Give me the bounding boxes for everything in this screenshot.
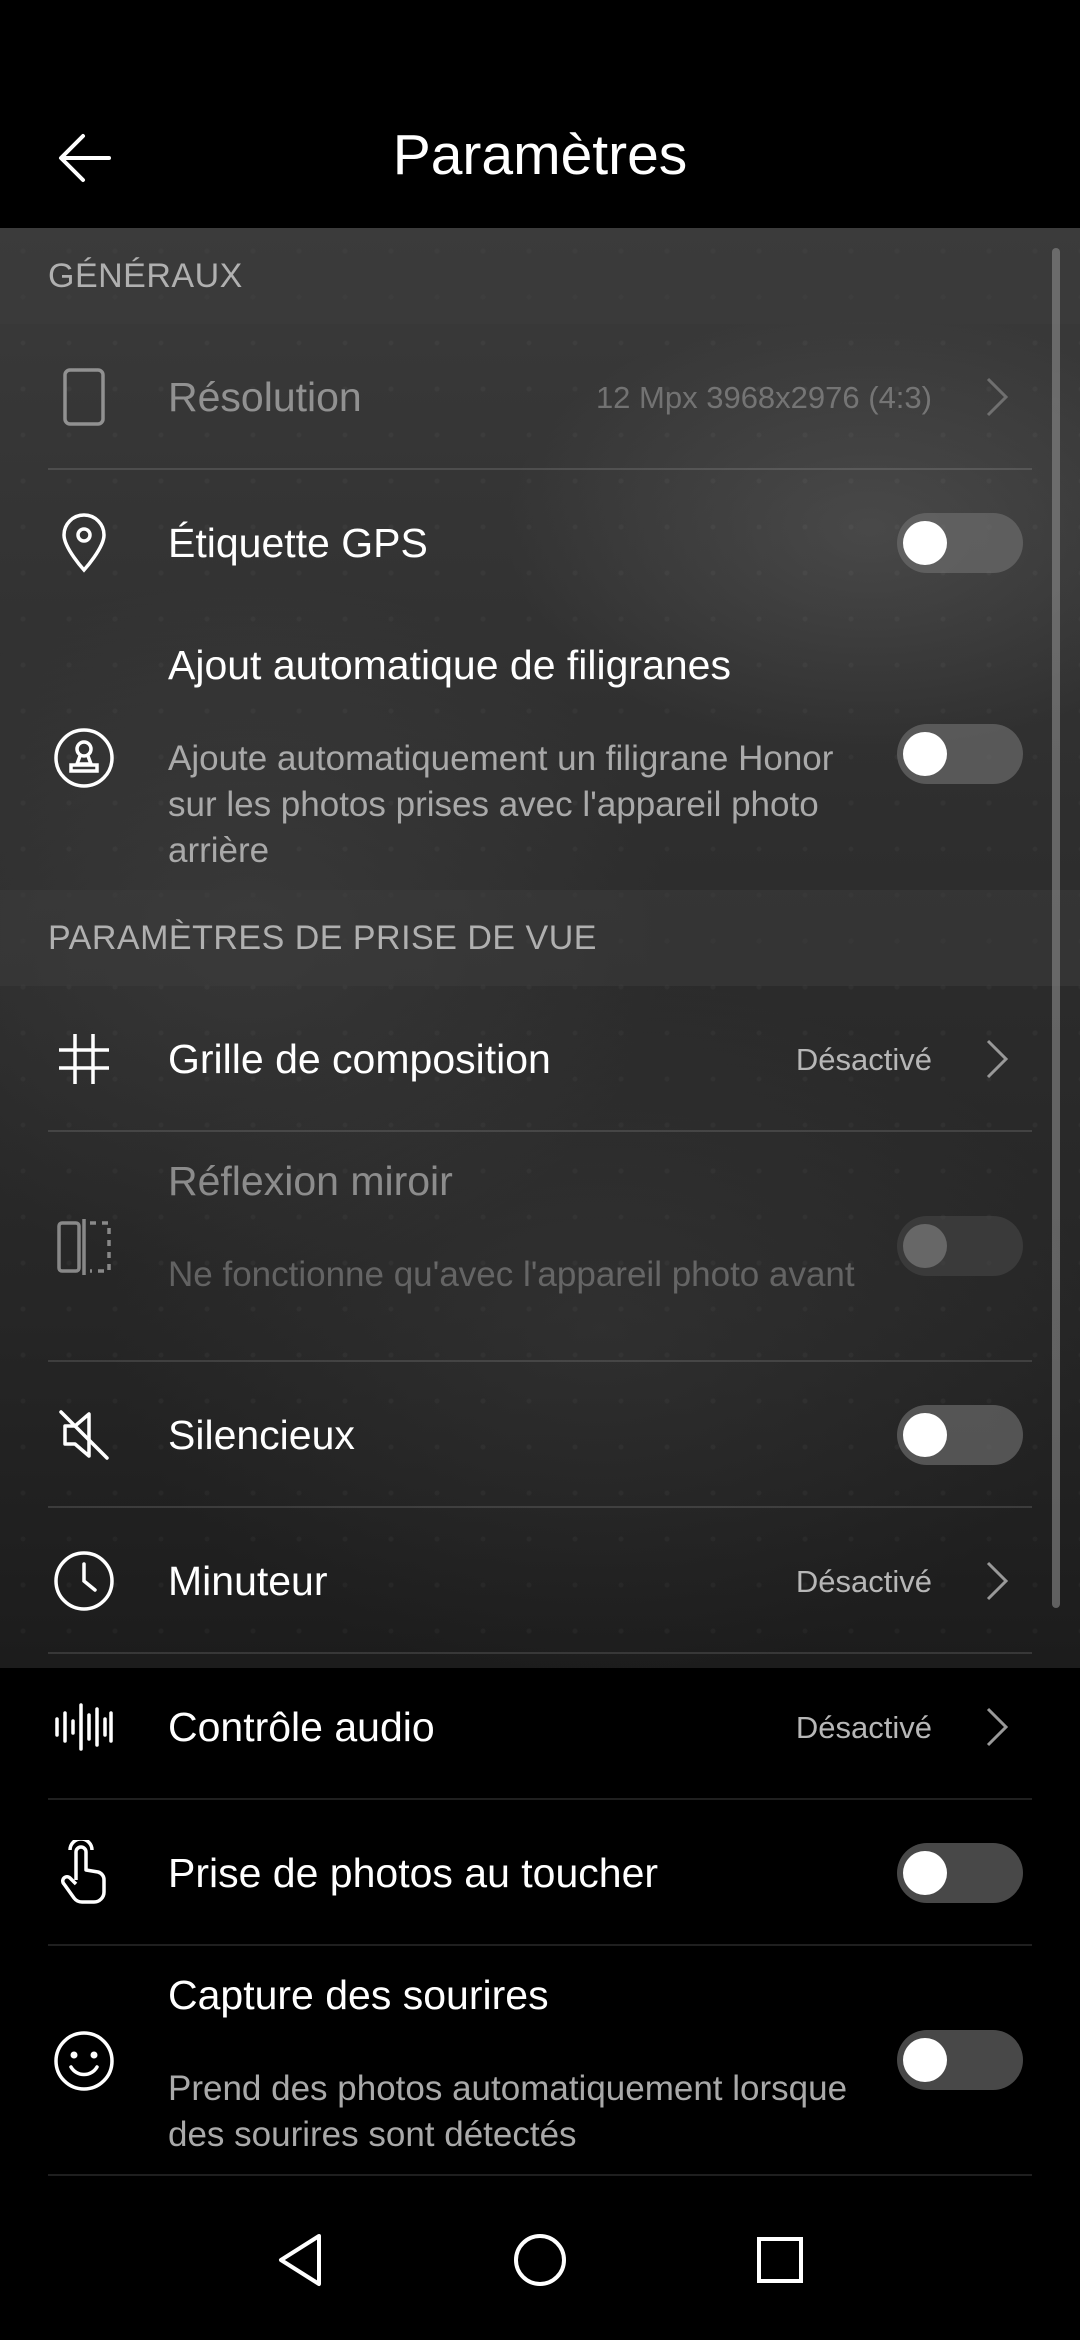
- setting-description: Ne fonctionne qu'avec l'appareil photo a…: [168, 1255, 855, 1294]
- toggle-knob: [903, 1224, 947, 1268]
- triangle-back-icon: [279, 2234, 321, 2286]
- toggle-knob: [903, 1851, 947, 1895]
- setting-audio-control[interactable]: Contrôle audio Désactivé: [0, 1654, 1080, 1800]
- nav-home-button[interactable]: [500, 2220, 580, 2300]
- setting-label: Ajout automatique de filigranes: [168, 642, 731, 688]
- setting-description: Prend des photos automatiquement lorsque…: [168, 2069, 848, 2154]
- setting-value: 12 Mpx 3968x2976 (4:3): [595, 380, 932, 415]
- system-navigation-bar: [0, 2180, 1080, 2340]
- section-header-general: GÉNÉRAUX: [0, 228, 1080, 324]
- audio-wave-icon: [48, 1691, 120, 1763]
- gps-toggle[interactable]: [897, 513, 1023, 573]
- nav-back-button[interactable]: [260, 2220, 340, 2300]
- watermark-toggle[interactable]: [897, 724, 1023, 784]
- setting-label: Silencieux: [168, 1412, 355, 1458]
- mirror-icon: [48, 1211, 120, 1283]
- clock-icon: [48, 1545, 120, 1617]
- setting-label: Minuteur: [168, 1558, 328, 1604]
- silent-toggle[interactable]: [897, 1405, 1023, 1465]
- setting-value: Désactivé: [795, 1564, 932, 1599]
- setting-description: Ajoute automatiquement un filigrane Hono…: [168, 739, 834, 870]
- setting-grid[interactable]: Grille de composition Désactivé: [0, 986, 1080, 1132]
- setting-label: Grille de composition: [168, 1036, 551, 1082]
- chevron-right-icon: [986, 1707, 1009, 1747]
- speaker-mute-icon: [48, 1399, 120, 1471]
- chevron-right-icon: [986, 1039, 1009, 1079]
- chevron-right-icon: [986, 377, 1009, 417]
- setting-value: Désactivé: [795, 1042, 932, 1077]
- setting-timer[interactable]: Minuteur Désactivé: [0, 1508, 1080, 1654]
- setting-gps[interactable]: Étiquette GPS: [0, 470, 1080, 616]
- chevron-right-icon: [986, 1561, 1009, 1601]
- section-header-shooting: PARAMÈTRES DE PRISE DE VUE: [0, 890, 1080, 986]
- phone-icon: [48, 361, 120, 433]
- toggle-knob: [903, 1413, 947, 1457]
- scrollbar[interactable]: [1052, 248, 1060, 1608]
- stamp-icon: [48, 722, 120, 794]
- square-recents-icon: [757, 2237, 803, 2283]
- top-app-bar: Paramètres: [0, 0, 1080, 228]
- setting-label: Prise de photos au toucher: [168, 1850, 659, 1896]
- page-title: Paramètres: [392, 123, 688, 187]
- toggle-knob: [903, 521, 947, 565]
- toggle-knob: [903, 2038, 947, 2082]
- setting-watermark[interactable]: Ajout automatique de filigranes Ajoute a…: [0, 616, 1080, 890]
- smiley-icon: [48, 2025, 120, 2097]
- setting-label: Étiquette GPS: [168, 520, 428, 566]
- setting-resolution[interactable]: Résolution 12 Mpx 3968x2976 (4:3): [0, 324, 1080, 470]
- setting-label: Résolution: [168, 374, 362, 420]
- setting-mirror[interactable]: Réflexion miroir Ne fonctionne qu'avec l…: [0, 1132, 1080, 1362]
- setting-touch-capture[interactable]: Prise de photos au toucher: [0, 1800, 1080, 1946]
- touch-capture-toggle[interactable]: [897, 1843, 1023, 1903]
- divider: [48, 2174, 1032, 2176]
- setting-label: Contrôle audio: [168, 1704, 435, 1750]
- smile-capture-toggle[interactable]: [897, 2030, 1023, 2090]
- grid-icon: [48, 1023, 120, 1095]
- setting-silent[interactable]: Silencieux: [0, 1362, 1080, 1508]
- setting-label: Capture des sourires: [168, 1972, 549, 2018]
- touch-hand-icon: [48, 1837, 120, 1909]
- setting-value: Désactivé: [795, 1710, 932, 1745]
- setting-smile-capture[interactable]: Capture des sourires Prend des photos au…: [0, 1946, 1080, 2176]
- setting-label: Réflexion miroir: [168, 1158, 453, 1204]
- mirror-toggle[interactable]: [897, 1216, 1023, 1276]
- nav-recents-button[interactable]: [740, 2220, 820, 2300]
- circle-home-icon: [514, 2234, 566, 2286]
- toggle-knob: [903, 732, 947, 776]
- location-pin-icon: [48, 507, 120, 579]
